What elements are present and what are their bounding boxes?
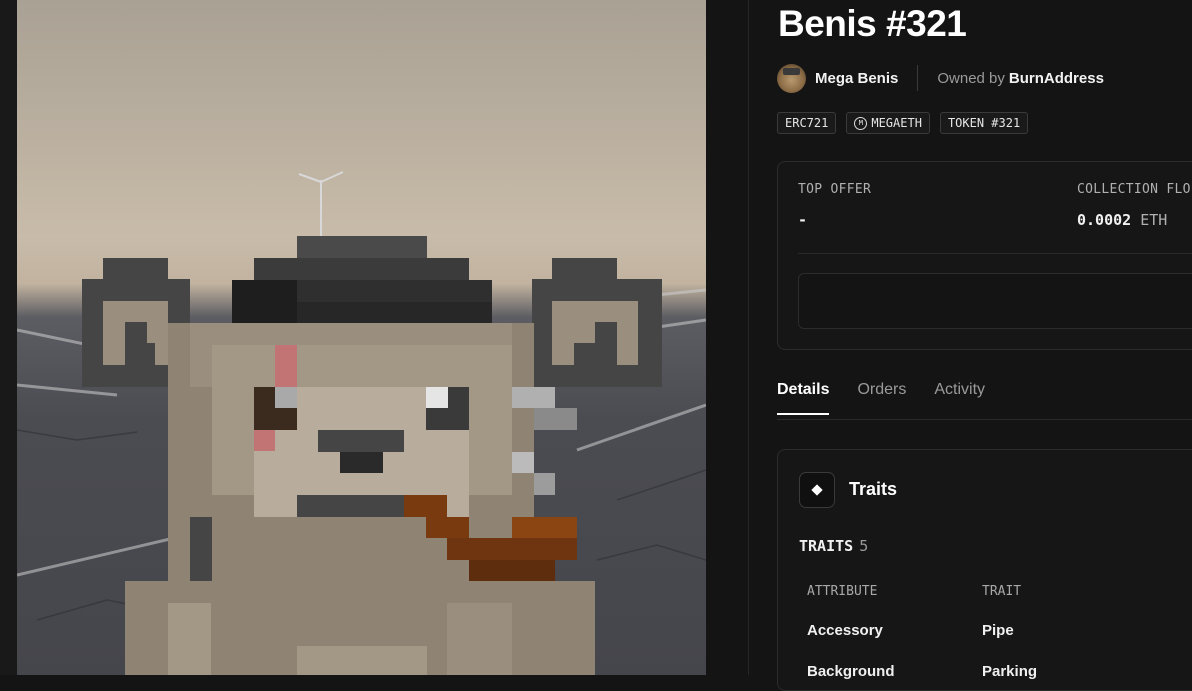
creator-divider [917, 65, 919, 91]
trait-row-value: Parking [982, 663, 1038, 680]
tab-details[interactable]: Details [777, 381, 830, 415]
trait-row-attribute: Background [807, 663, 895, 680]
card-divider [798, 253, 1192, 254]
owned-by-label: Owned by [937, 69, 1005, 87]
badge-token-id: TOKEN #321 [939, 112, 1029, 134]
column-header-attribute: ATTRIBUTE [807, 584, 878, 599]
collection-link[interactable]: Mega Benis [815, 70, 898, 87]
tab-orders[interactable]: Orders [857, 381, 906, 414]
trait-row-value: Pipe [982, 622, 1014, 639]
nft-pixel-art [17, 171, 706, 675]
collection-floor-label: COLLECTION FLO [1077, 182, 1191, 197]
traits-card: Traits TRAITS 5 ATTRIBUTE TRAIT Accessory… [777, 449, 1192, 691]
column-header-trait: TRAIT [982, 584, 1022, 599]
tabs-divider [777, 419, 1192, 420]
badge-chain-label: MEGAETH [871, 116, 922, 130]
top-offer-label: TOP OFFER [798, 182, 872, 197]
nft-image[interactable] [17, 0, 706, 675]
badge-standard-label: ERC721 [785, 116, 829, 130]
traits-count-row: TRAITS 5 [799, 537, 868, 555]
traits-heading: Traits [849, 479, 898, 499]
collection-floor-value: 0.0002 ETH [1077, 211, 1167, 229]
traits-count-label: TRAITS [799, 537, 854, 555]
badge-token-label: TOKEN #321 [947, 116, 1021, 130]
floor-unit: ETH [1140, 211, 1168, 229]
megaeth-logo-icon: M [854, 116, 868, 130]
offer-card: TOP OFFER - COLLECTION FLO 0.0002 ETH [777, 161, 1192, 350]
panel-divider [748, 0, 749, 675]
traits-count: 5 [859, 537, 869, 555]
owner-link[interactable]: BurnAddress [1009, 70, 1104, 87]
badge-standard: ERC721 [777, 112, 837, 134]
top-offer-value: - [798, 211, 808, 229]
floor-amount: 0.0002 [1077, 211, 1132, 229]
diamond-icon [799, 472, 835, 508]
token-badges: ERC721 M MEGAETH TOKEN #321 [777, 112, 1029, 134]
left-gutter [0, 0, 17, 675]
page-title: Benis #321 [778, 3, 967, 44]
offer-action-area[interactable] [798, 273, 1192, 329]
detail-tabs: Details Orders Activity [777, 381, 1013, 415]
creator-row: Mega Benis Owned by BurnAddress [777, 63, 1104, 93]
trait-row-attribute: Accessory [807, 622, 883, 639]
tab-activity[interactable]: Activity [934, 381, 985, 414]
collection-avatar[interactable] [777, 63, 806, 93]
badge-chain[interactable]: M MEGAETH [846, 112, 930, 134]
